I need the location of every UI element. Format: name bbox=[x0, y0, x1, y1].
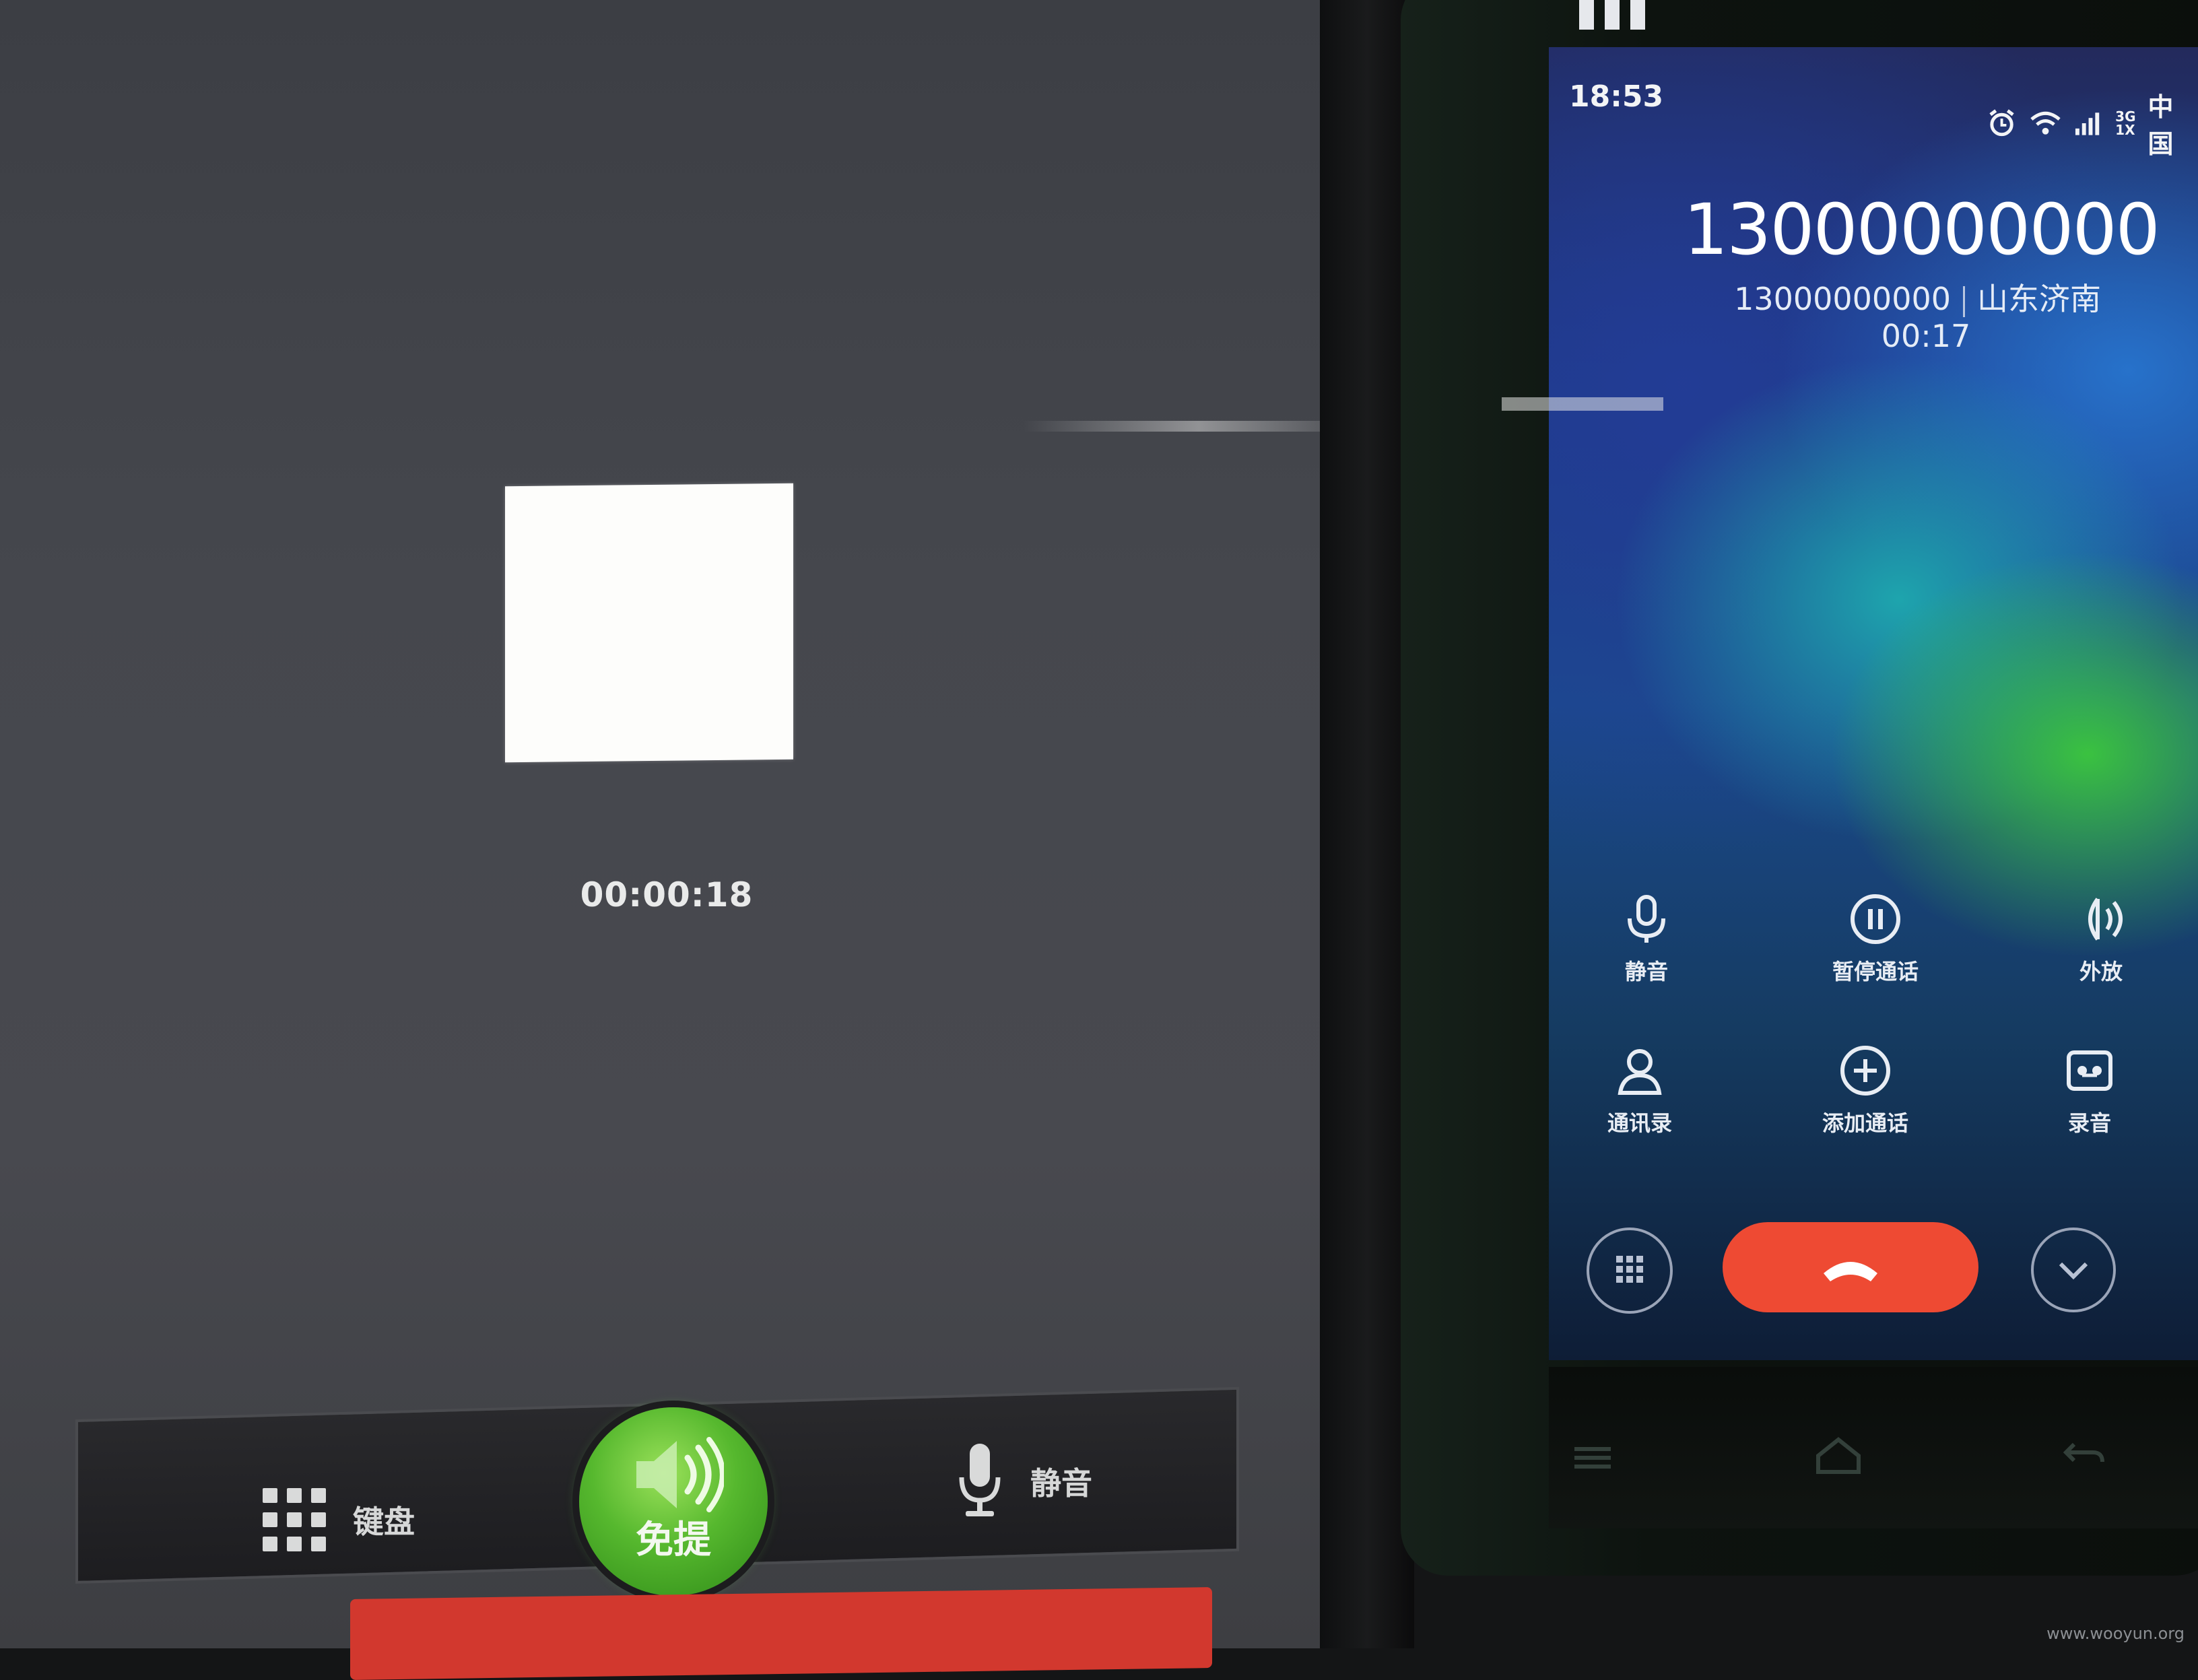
caller-number-title: 13000000000 bbox=[1684, 189, 2160, 271]
speaker-icon bbox=[636, 1437, 724, 1512]
keypad-icon bbox=[263, 1488, 326, 1551]
menu-icon[interactable] bbox=[1569, 1441, 1616, 1475]
status-time: 18:53 bbox=[1569, 79, 1664, 114]
add-call-control-label: 添加通话 bbox=[1822, 1110, 1908, 1136]
caller-details: 13000000000 山东济南 bbox=[1616, 275, 2101, 319]
contacts-icon bbox=[1618, 1049, 1662, 1095]
signal-icon bbox=[2075, 112, 2100, 135]
pause-icon bbox=[1851, 894, 1900, 944]
microphone-icon bbox=[1628, 895, 1665, 943]
record-control-label: 录音 bbox=[2067, 1110, 2111, 1136]
collapse-button[interactable] bbox=[2031, 1228, 2116, 1312]
mute-control-label: 静音 bbox=[1624, 959, 1668, 984]
network-subtype: 1X bbox=[2115, 122, 2135, 138]
tablet-end-call-button[interactable] bbox=[350, 1587, 1212, 1680]
mute-label: 静音 bbox=[1030, 1465, 1092, 1502]
alarm-icon bbox=[1989, 109, 2014, 137]
contacts-control-label: 通讯录 bbox=[1607, 1110, 1672, 1136]
add-call-control[interactable]: 添加通话 bbox=[1791, 1040, 1939, 1137]
add-icon bbox=[1840, 1046, 1890, 1096]
mi-logo bbox=[1579, 0, 1645, 30]
speaker-icon bbox=[2088, 898, 2123, 941]
dialpad-button[interactable] bbox=[1587, 1228, 1673, 1314]
speaker-control[interactable]: 外放 bbox=[2027, 889, 2175, 986]
status-bar-icons: 3G 1X 中国 bbox=[1987, 86, 2198, 160]
speaker-label: 免提 bbox=[636, 1518, 711, 1562]
tablet-bezel bbox=[1320, 0, 1414, 1648]
call-duration: 00:17 bbox=[1881, 318, 1971, 354]
caller-avatar bbox=[505, 483, 793, 763]
chevron-down-icon bbox=[2059, 1262, 2088, 1280]
carrier-name: 中国 bbox=[2147, 92, 2174, 159]
record-icon bbox=[2067, 1050, 2112, 1091]
screen-glare-phone bbox=[1502, 397, 1663, 411]
end-call-button[interactable] bbox=[1723, 1222, 1978, 1312]
keypad-label: 键盘 bbox=[353, 1504, 415, 1540]
mute-button[interactable]: 静音 bbox=[956, 1441, 1092, 1522]
hang-up-icon bbox=[1824, 1262, 1877, 1281]
caller-number: 13000000000 bbox=[1734, 281, 1951, 317]
call-timer: 00:00:18 bbox=[580, 875, 754, 914]
watermark: www.wooyun.org bbox=[2046, 1624, 2185, 1643]
network-type: 3G bbox=[2115, 108, 2136, 125]
microphone-icon bbox=[959, 1444, 1001, 1516]
hold-control[interactable]: 暂停通话 bbox=[1801, 889, 1950, 986]
keypad-button[interactable]: 键盘 bbox=[263, 1488, 415, 1551]
caller-location: 山东济南 bbox=[1977, 281, 2101, 317]
home-icon[interactable] bbox=[1811, 1434, 1865, 1475]
hold-control-label: 暂停通话 bbox=[1832, 959, 1919, 984]
back-icon[interactable] bbox=[2061, 1438, 2108, 1471]
dialpad-icon bbox=[1616, 1256, 1643, 1283]
contacts-control[interactable]: 通讯录 bbox=[1566, 1040, 1714, 1137]
mute-control[interactable]: 静音 bbox=[1572, 889, 1721, 986]
wifi-icon bbox=[2030, 111, 2061, 135]
speaker-control-label: 外放 bbox=[2079, 959, 2123, 984]
divider bbox=[1963, 285, 1965, 317]
record-control[interactable]: 录音 bbox=[2016, 1040, 2164, 1137]
